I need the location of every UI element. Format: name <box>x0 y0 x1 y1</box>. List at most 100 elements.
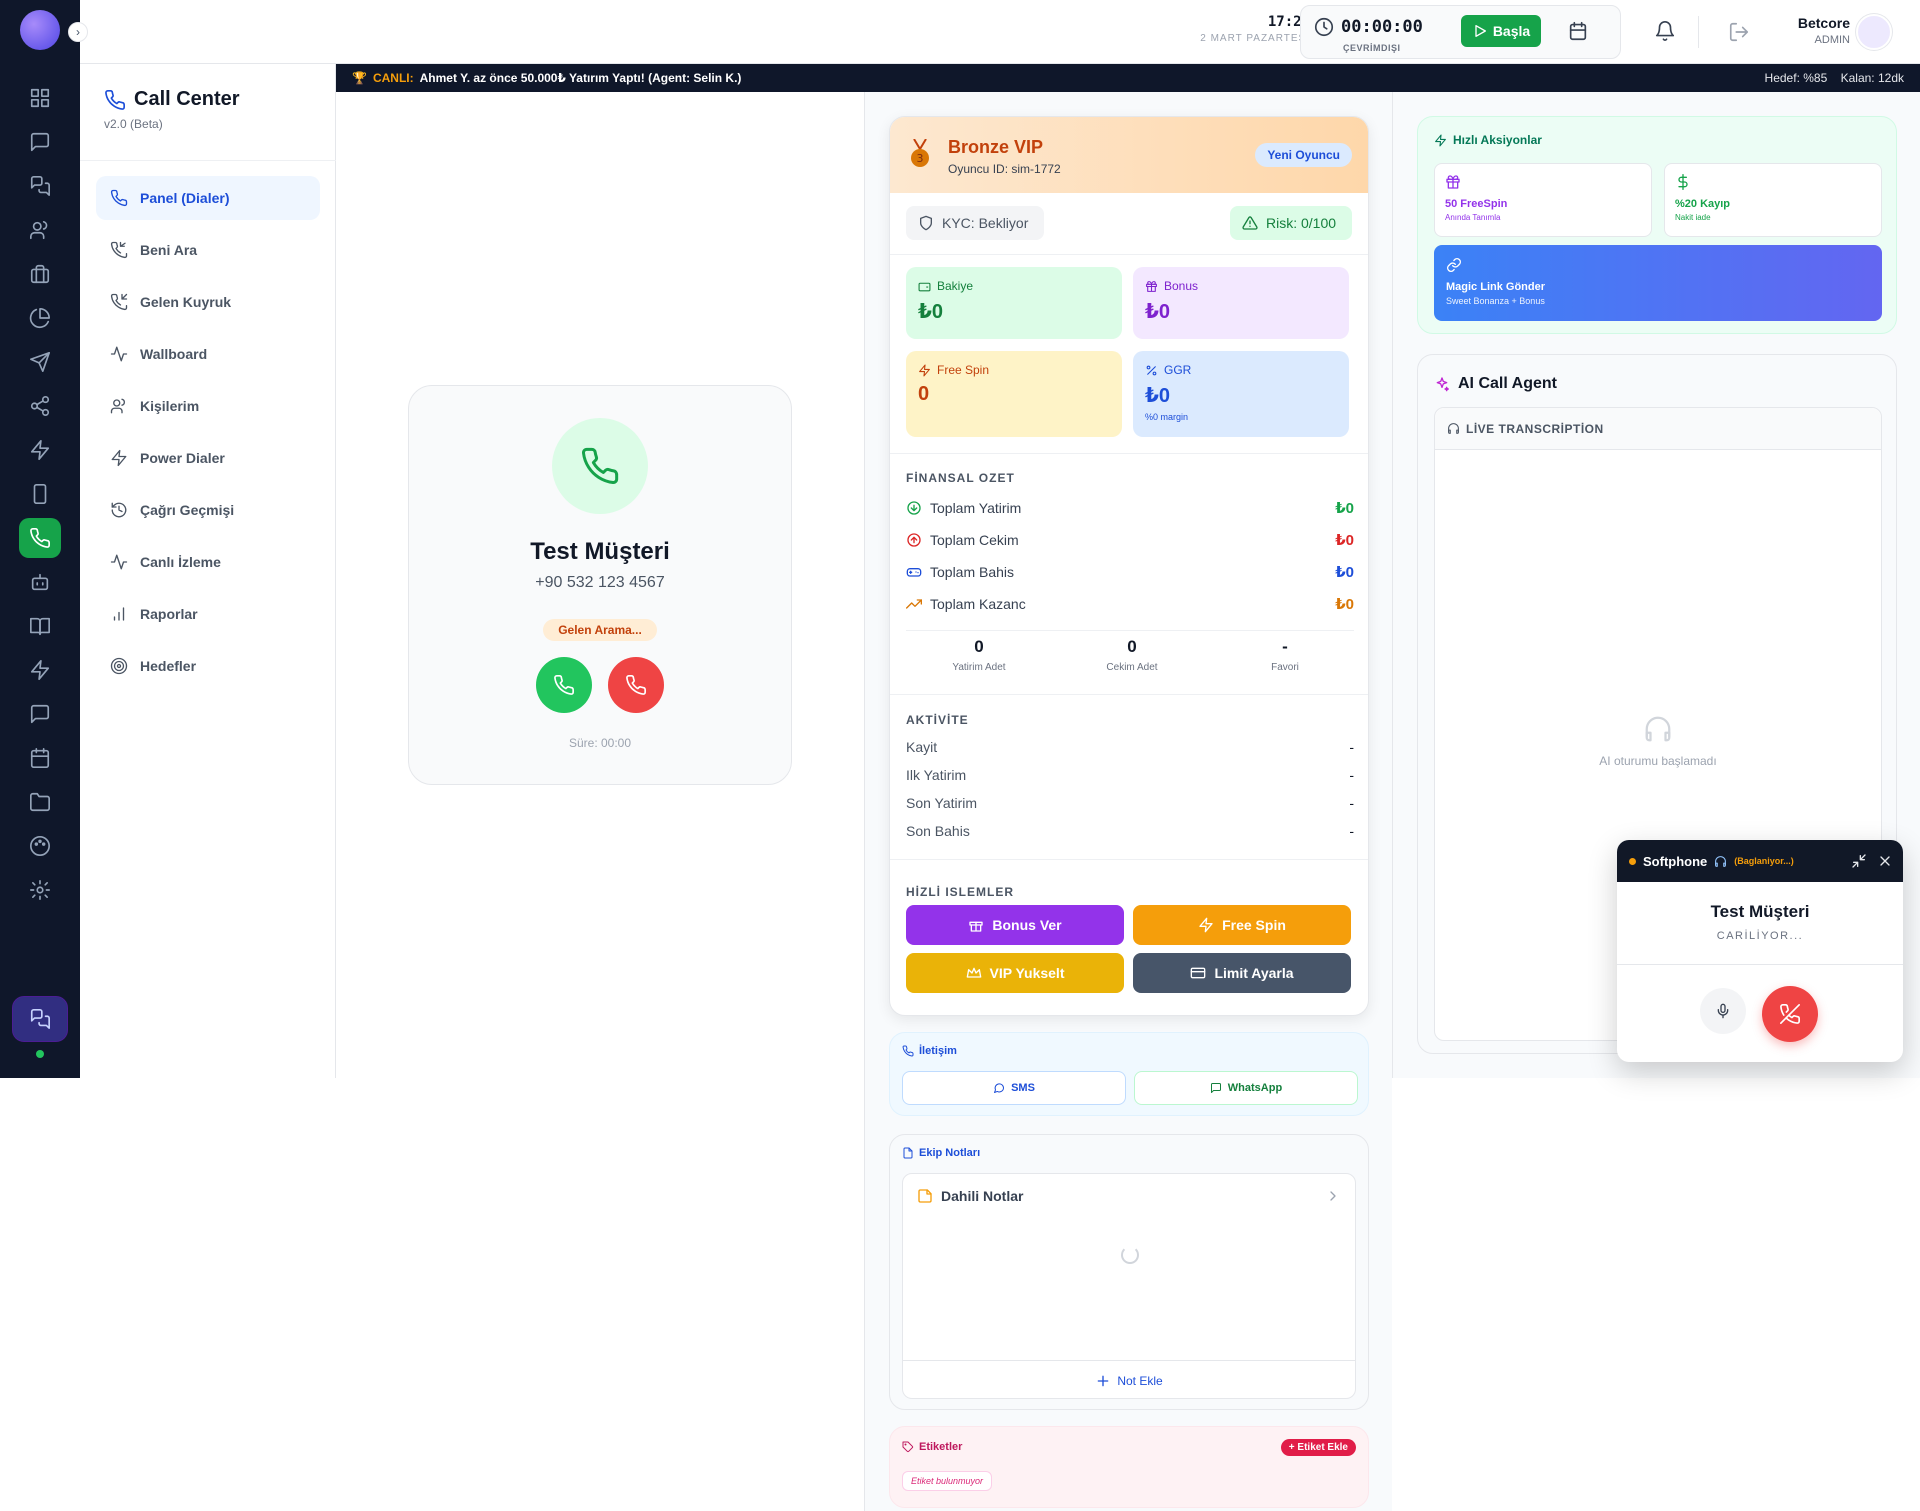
divider <box>890 859 1368 860</box>
sidebar-item-label: Raporlar <box>140 606 198 622</box>
sidebar-item-power-dialer[interactable]: Power Dialer <box>96 436 320 480</box>
reject-call-button[interactable] <box>608 657 664 713</box>
sidebar-item-hedefler[interactable]: Hedefler <box>96 644 320 688</box>
mute-button[interactable] <box>1700 988 1746 1034</box>
count-withdrawals: 0 Cekim Adet <box>1057 637 1207 673</box>
sms-button[interactable]: SMS <box>902 1071 1126 1105</box>
sidebar-item-canli-izleme[interactable]: Canlı İzleme <box>96 540 320 584</box>
loss-refund-sub: Nakit iade <box>1675 213 1711 222</box>
sidebar-item-beni-ara[interactable]: Beni Ara <box>96 228 320 272</box>
sidebar-item-gelen-kuyruk[interactable]: Gelen Kuyruk <box>96 280 320 324</box>
add-tag-button[interactable]: + Etiket Ekle <box>1280 1439 1356 1456</box>
tags-empty: Etiket bulunmuyor <box>902 1471 993 1491</box>
app-logo[interactable] <box>20 10 60 50</box>
avatar[interactable] <box>1856 14 1892 50</box>
accept-call-button[interactable] <box>536 657 592 713</box>
freespin-action[interactable]: 50 FreeSpin Anında Tanımla <box>1434 163 1652 237</box>
headphones-icon <box>1645 716 1671 742</box>
dialer-panel: Test Müşteri +90 532 123 4567 Gelen Aram… <box>336 92 864 1078</box>
sticky-note-icon <box>918 1189 932 1203</box>
count-deposits: 0 Yatirim Adet <box>904 637 1054 673</box>
bot-icon[interactable] <box>19 562 61 602</box>
book-icon[interactable] <box>19 606 61 646</box>
sidebar-item-panel[interactable]: Panel (Dialer) <box>96 176 320 220</box>
loss-refund-action[interactable]: %20 Kayıp Nakit iade <box>1664 163 1882 237</box>
softphone-header[interactable]: Softphone (Baglaniyor...) <box>1617 840 1903 882</box>
palette-icon[interactable] <box>19 826 61 866</box>
team-chat-button[interactable] <box>12 996 68 1042</box>
phone-icon <box>552 418 648 514</box>
clock-icon <box>1313 16 1335 38</box>
share-icon[interactable] <box>19 386 61 426</box>
close-icon[interactable] <box>1877 853 1893 869</box>
grid-icon[interactable] <box>19 78 61 118</box>
sidebar-item-raporlar[interactable]: Raporlar <box>96 592 320 636</box>
note-icon <box>903 1147 913 1159</box>
call-status-badge: Gelen Arama... <box>543 619 657 641</box>
play-icon <box>1475 25 1486 37</box>
notes-panel: Dahili Notlar Not Ekle <box>902 1173 1356 1399</box>
sidebar-item-cagri-gecmisi[interactable]: Çağrı Geçmişi <box>96 488 320 532</box>
ticker-live-label: CANLI: <box>372 71 414 85</box>
magic-link-button[interactable]: Magic Link Gönder Sweet Bonanza + Bonus <box>1434 245 1882 321</box>
ggr-margin: %0 margin <box>1145 412 1189 422</box>
messages-icon[interactable] <box>19 166 61 206</box>
player-card: 3 Bronze VIP Oyuncu ID: sim-1772 Yeni Oy… <box>889 116 1369 1016</box>
message-icon[interactable] <box>19 122 61 162</box>
bolt-icon[interactable] <box>19 430 61 470</box>
shift-timer: 00:00:00 ÇEVRİMDIŞI Başla <box>1300 5 1621 59</box>
softphone-widget: Softphone (Baglaniyor...) Test Müşteri C… <box>1617 840 1903 1062</box>
sidebar-item-label: Panel (Dialer) <box>140 190 230 206</box>
send-icon[interactable] <box>19 342 61 382</box>
bell-icon[interactable] <box>1654 20 1676 42</box>
quick-actions-card: Hızlı Aksiyonlar 50 FreeSpin Anında Tanı… <box>1417 116 1897 334</box>
incoming-call-card: Test Müşteri +90 532 123 4567 Gelen Aram… <box>408 385 792 785</box>
smartphone-icon[interactable] <box>19 474 61 514</box>
hang-up-button[interactable] <box>1762 986 1818 1042</box>
sidebar-item-kisilerim[interactable]: Kişilerim <box>96 384 320 428</box>
folder-icon[interactable] <box>19 782 61 822</box>
briefcase-icon[interactable] <box>19 254 61 294</box>
freespin-action-sub: Anında Tanımla <box>1445 213 1501 222</box>
live-ticker: 🏆 CANLI: Ahmet Y. az önce 50.000₺ Yatırım … <box>336 64 1920 92</box>
bolt-icon[interactable] <box>19 650 61 690</box>
sidebar-item-label: Çağrı Geçmişi <box>140 502 235 518</box>
activity-label: Kayit <box>906 739 938 755</box>
whatsapp-button[interactable]: WhatsApp <box>1134 1071 1358 1105</box>
logout-icon[interactable] <box>1728 21 1750 43</box>
chat-icon[interactable] <box>19 694 61 734</box>
start-button[interactable]: Başla <box>1461 15 1541 47</box>
start-label: Başla <box>1492 23 1531 39</box>
divider <box>890 254 1368 255</box>
sms-label: SMS <box>1011 1082 1035 1094</box>
free-spin-button[interactable]: Free Spin <box>1133 905 1351 945</box>
tags-card: Etiketler + Etiket Ekle Etiket bulunmuyo… <box>889 1426 1369 1508</box>
settings-icon[interactable] <box>19 870 61 910</box>
calendar-icon[interactable] <box>1567 20 1589 42</box>
minimize-icon[interactable] <box>1851 853 1867 869</box>
count-label: Yatirim Adet <box>952 662 1006 673</box>
phone-icon[interactable] <box>19 518 61 558</box>
magic-link-title: Magic Link Gönder <box>1446 281 1546 293</box>
chevron-right-icon[interactable] <box>1325 1188 1341 1204</box>
player-id: Oyuncu ID: sim-1772 <box>948 162 1061 176</box>
transcription-title: LİVE TRANSCRİPTİON <box>1466 421 1604 436</box>
sidebar-item-wallboard[interactable]: Wallboard <box>96 332 320 376</box>
finance-row: Toplam Cekim ₺0 <box>906 529 1354 551</box>
bonus-ver-button[interactable]: Bonus Ver <box>906 905 1124 945</box>
vip-upgrade-button[interactable]: VIP Yukselt <box>906 953 1124 993</box>
ticker-message: Ahmet Y. az önce 50.000₺ Yatırım Yaptı! … <box>419 71 742 85</box>
divider <box>1698 16 1699 48</box>
calendar-icon[interactable] <box>19 738 61 778</box>
users-icon[interactable] <box>19 210 61 250</box>
quick-actions-title: Hızlı Aksiyonlar <box>1453 133 1542 147</box>
internal-notes-header[interactable]: Dahili Notlar <box>917 1188 1023 1204</box>
user-info[interactable]: Betcore ADMIN <box>1760 15 1850 46</box>
limit-button[interactable]: Limit Ayarla <box>1133 953 1351 993</box>
finance-value: ₺0 <box>1335 532 1354 549</box>
collapse-sidebar-button[interactable]: › <box>68 22 88 42</box>
communication-card: İletişim SMS WhatsApp <box>889 1032 1369 1116</box>
add-note-button[interactable]: Not Ekle <box>903 1360 1355 1400</box>
internal-notes-label: Dahili Notlar <box>941 1188 1024 1204</box>
pie-chart-icon[interactable] <box>19 298 61 338</box>
